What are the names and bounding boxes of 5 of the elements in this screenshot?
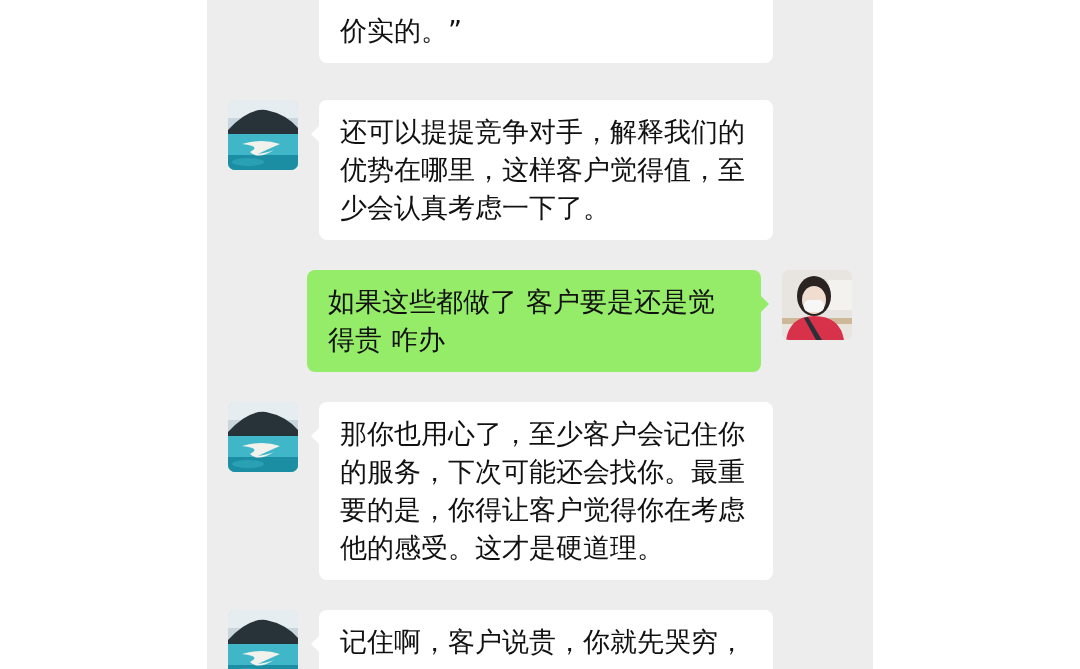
received-message: 还可以提提竞争对手，解释我们的优势在哪里，这样客户觉得值，至少会认真考虑一下了。: [319, 100, 773, 240]
received-message: 记住啊，客户说贵，你就先哭穷，: [319, 610, 773, 669]
received-message: 价实的。”: [319, 0, 773, 63]
received-message: 那你也用心了，至少客户会记住你的服务，下次可能还会找你。最重要的是，你得让客户觉得你在考虑他的感受。这才是硬道理。: [319, 402, 773, 580]
sent-message: 如果这些都做了 客户要是还是觉得贵 咋办: [307, 270, 761, 372]
